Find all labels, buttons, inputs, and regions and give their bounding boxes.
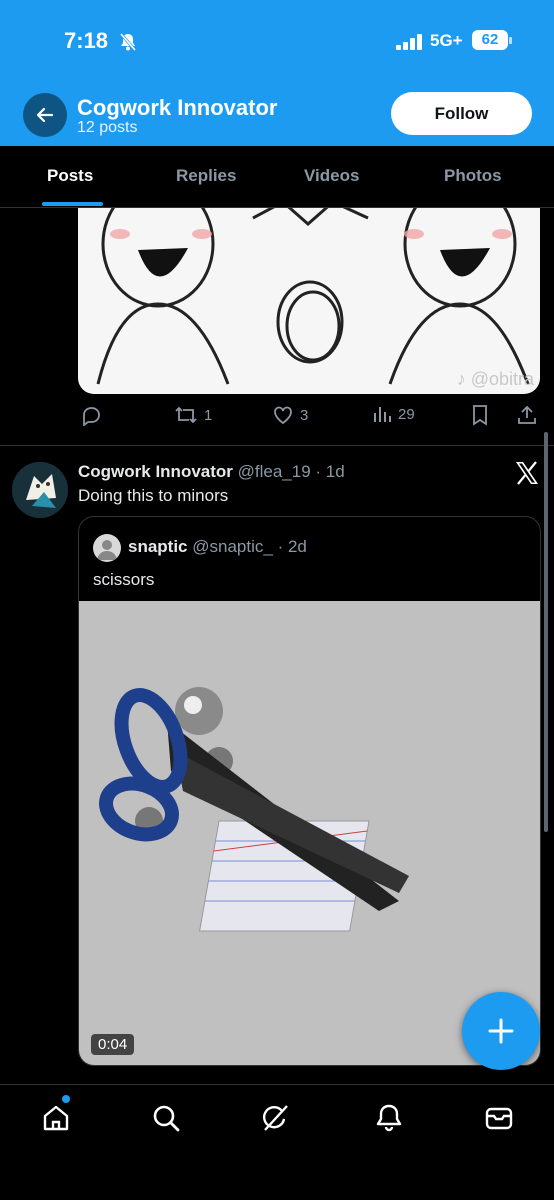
author-handle[interactable]: @flea_19 — [238, 462, 311, 481]
quote-handle: @snaptic_ — [192, 537, 273, 556]
post-divider — [0, 445, 554, 446]
status-bar: 7:18 5G+ 62 — [0, 26, 554, 60]
clock: 7:18 — [64, 28, 109, 53]
messages-icon[interactable] — [482, 1101, 516, 1135]
quote-avatar — [93, 534, 121, 562]
quote-author: snaptic — [128, 537, 188, 556]
post-header: Cogwork Innovator @flea_19 · 1d — [78, 462, 345, 482]
notifications-icon[interactable] — [372, 1101, 406, 1135]
video-duration: 0:04 — [91, 1034, 135, 1055]
post-image[interactable]: ♪ @obitra — [78, 208, 540, 394]
x-logo-icon[interactable] — [514, 460, 540, 493]
post-text: Doing this to minors — [78, 486, 229, 505]
avatar[interactable] — [12, 462, 68, 518]
compose-plus-icon — [488, 1018, 514, 1044]
tab-replies[interactable]: Replies — [176, 166, 236, 186]
like-icon — [274, 406, 292, 425]
bell-off-icon — [118, 32, 138, 57]
quote-video[interactable]: 0:04 — [79, 601, 540, 1065]
network-type: 5G+ — [430, 31, 463, 50]
quote-header: snaptic @snaptic_ · 2d — [128, 537, 307, 557]
retweet-button[interactable]: 1 — [174, 404, 212, 426]
compose-button[interactable] — [462, 992, 540, 1070]
reply-icon — [83, 407, 100, 426]
like-button[interactable]: 3 — [272, 404, 308, 426]
home-icon[interactable] — [39, 1101, 73, 1135]
timeline[interactable]: ♪ @obitra 1 3 29 Cogwork Innovator @flea… — [0, 208, 554, 1084]
back-arrow-icon — [36, 107, 54, 123]
active-tab-indicator — [42, 202, 103, 206]
scrollbar[interactable] — [544, 432, 548, 832]
search-icon[interactable] — [149, 1101, 183, 1135]
views-icon — [374, 407, 391, 422]
video-watermark: ♪ @obitra — [456, 369, 534, 389]
author-name[interactable]: Cogwork Innovator — [78, 462, 233, 481]
tab-videos[interactable]: Videos — [304, 166, 359, 186]
reply-button[interactable] — [80, 404, 102, 426]
profile-tabs: Posts Replies Videos Photos — [0, 146, 554, 208]
profile-name: Cogwork Innovator — [77, 95, 278, 120]
quote-text: scissors — [93, 570, 155, 589]
post-actions: 1 3 29 — [78, 404, 540, 430]
views-button[interactable]: 29 — [372, 404, 415, 424]
tab-posts[interactable]: Posts — [47, 166, 93, 186]
retweet-icon — [175, 406, 197, 424]
signal-icon — [396, 34, 424, 55]
post-count: 12 posts — [77, 119, 138, 136]
follow-button[interactable]: Follow — [391, 92, 532, 135]
grok-icon[interactable] — [258, 1101, 292, 1135]
post-age: · 1d — [315, 462, 345, 481]
battery-level: 62 — [472, 30, 512, 50]
retweet-count: 1 — [204, 406, 213, 424]
like-count: 3 — [300, 406, 309, 424]
share-icon — [518, 405, 536, 424]
profile-header: 7:18 5G+ 62 Cogwork Innovator 12 posts F… — [0, 0, 554, 146]
bottom-nav — [0, 1084, 554, 1200]
bookmark-button[interactable] — [470, 404, 490, 426]
quoted-post[interactable]: snaptic @snaptic_ · 2d scissors 0:04 — [78, 516, 541, 1066]
views-count: 29 — [398, 405, 415, 423]
back-button[interactable] — [23, 93, 67, 137]
quote-age: · 2d — [277, 537, 307, 556]
share-button[interactable] — [516, 404, 538, 426]
tab-photos[interactable]: Photos — [444, 166, 502, 186]
bookmark-icon — [473, 405, 487, 426]
